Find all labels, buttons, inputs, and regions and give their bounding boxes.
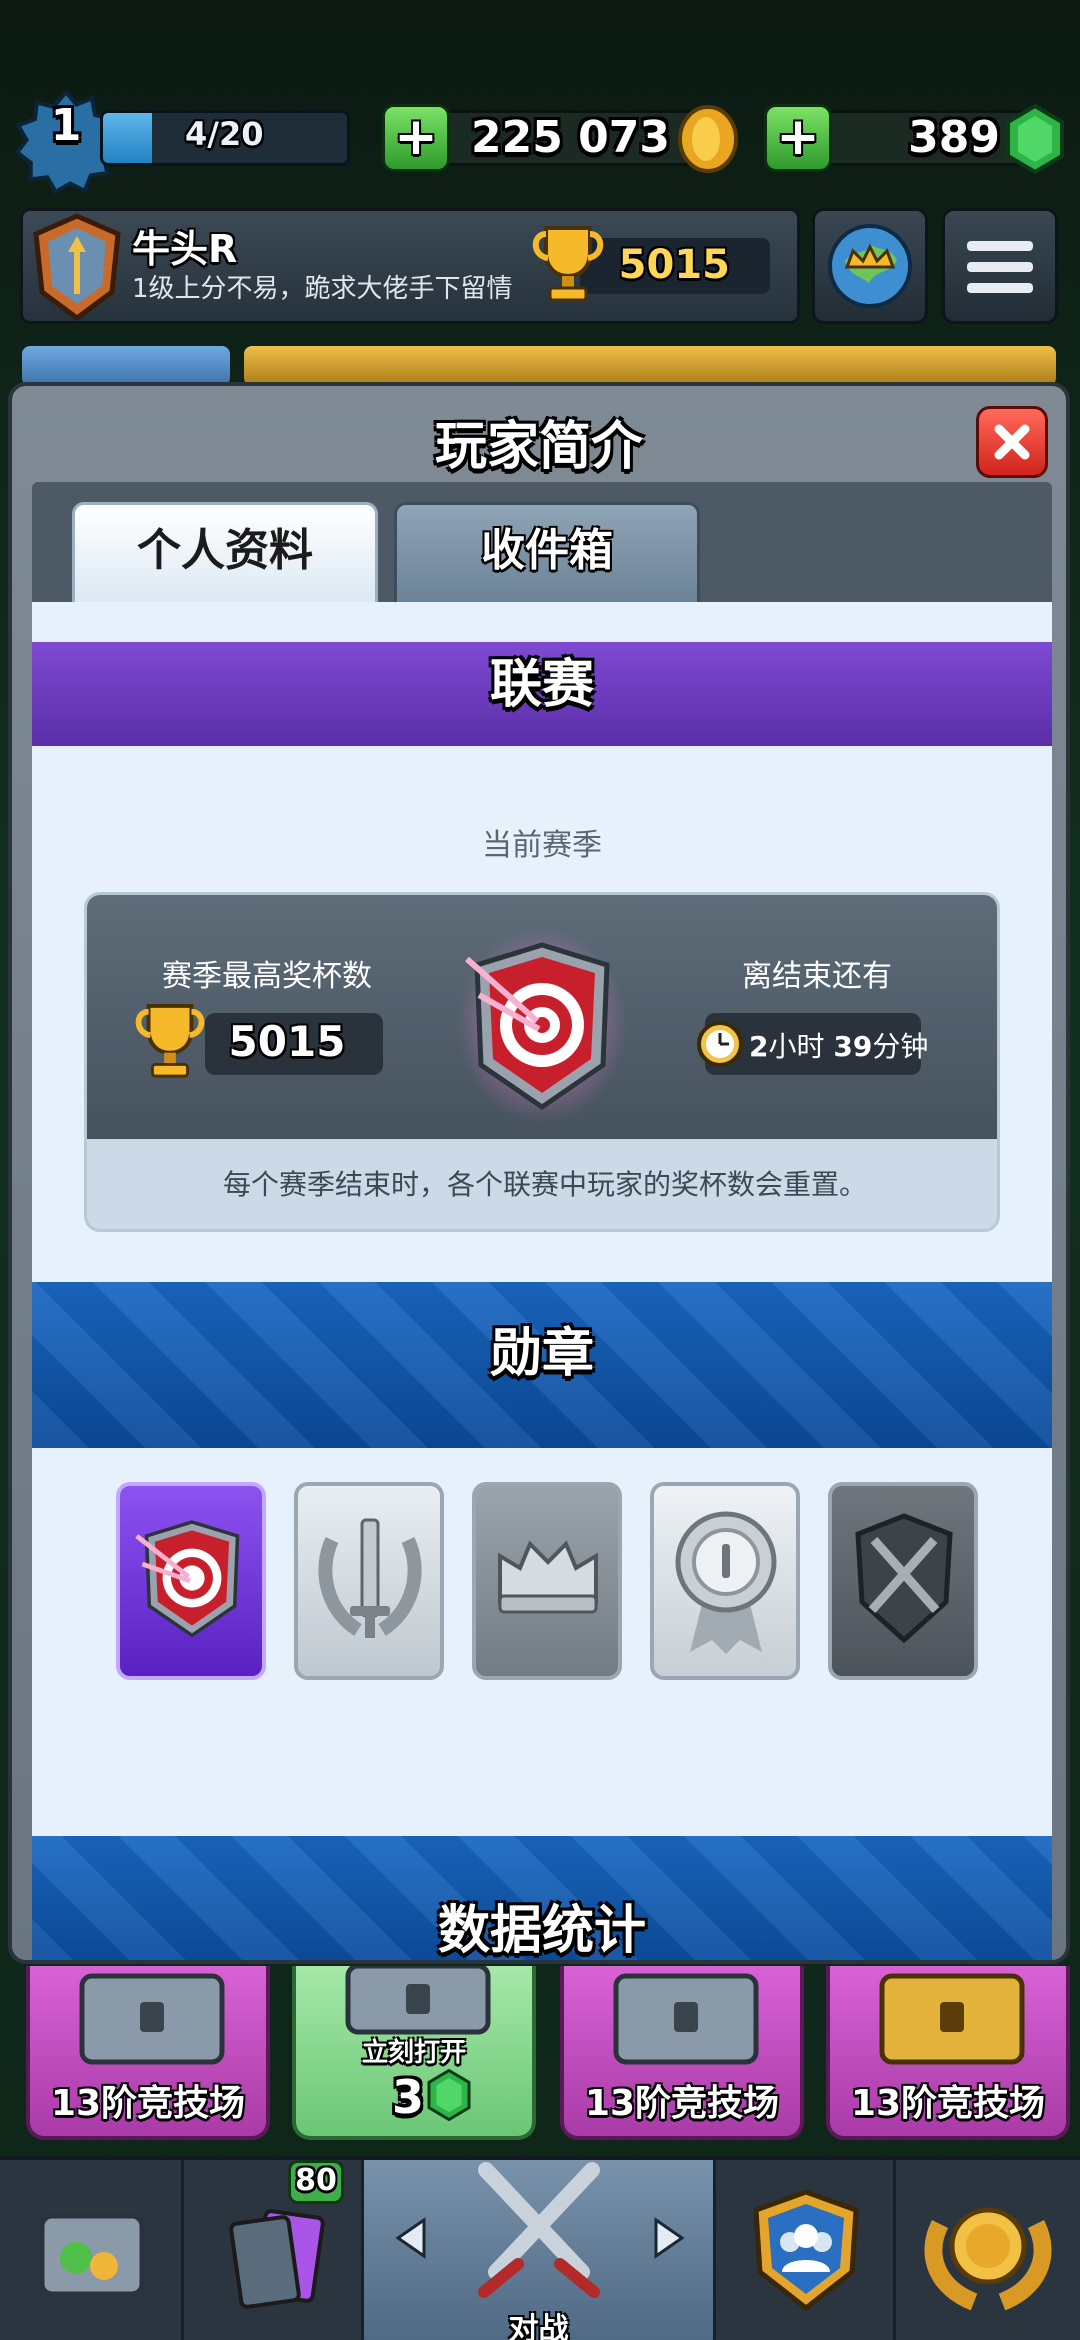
arrow-right-icon[interactable]: [652, 2216, 686, 2260]
season-best-value: 5015: [228, 1017, 346, 1066]
laurel-crown-icon: [924, 2207, 1052, 2311]
badge-crown[interactable]: [472, 1482, 622, 1680]
clan-shield-icon: [753, 2189, 859, 2312]
nav-social[interactable]: [716, 2160, 896, 2340]
chest-icon: [345, 1966, 491, 2035]
season-best-label: 赛季最高奖杯数: [162, 959, 372, 994]
chest-arena-label: 13阶竞技场: [50, 2083, 246, 2124]
modal-title: 玩家简介: [434, 417, 643, 477]
battle-label: 对战: [508, 2312, 569, 2340]
laurel-sword-icon: [318, 1518, 422, 1638]
badges-header: 勋章: [32, 1282, 1052, 1448]
ends-hours-unit: 小时: [768, 1030, 825, 1063]
player-name: 牛头R: [132, 227, 238, 271]
clan-badge-icon: [33, 213, 121, 322]
tab-inbox[interactable]: 收件箱: [394, 502, 700, 602]
medal-icon: [675, 1511, 777, 1654]
chest-slot-4[interactable]: 13阶竞技场: [826, 1966, 1070, 2140]
cards-count-badge: 80: [288, 2160, 344, 2204]
crossed-swords-icon: [478, 2162, 600, 2298]
player-motto: 1级上分不易，跪求大佬手下留情: [132, 274, 513, 304]
open-cost-value: 3: [392, 2070, 425, 2124]
nav-cards[interactable]: 80: [184, 2160, 364, 2340]
tab-profile[interactable]: 个人资料: [72, 502, 378, 602]
ends-hours: 2: [749, 1030, 769, 1063]
league-header: 联赛: [32, 642, 1052, 746]
badge-crossed-swords[interactable]: [828, 1482, 978, 1680]
modal-body: 个人资料 收件箱 联赛 当前赛季 赛季最高奖杯数 5015 离结束还有 2小时 …: [32, 482, 1052, 1960]
player-profile-modal: 玩家简介 个人资料 收件箱 联赛 当前赛季 赛季最高奖杯数 5015 离结束还有…: [8, 382, 1070, 1964]
hamburger-menu-icon: [967, 241, 1033, 293]
season-ends-label: 离结束还有: [742, 959, 892, 994]
trophy-icon: [135, 1003, 205, 1078]
nav-battle[interactable]: 对战: [364, 2160, 716, 2340]
close-icon: [994, 424, 1030, 460]
stats-header: 数据统计: [32, 1836, 1052, 1960]
xp-text: 4/20: [185, 115, 264, 153]
gem-icon: [1006, 104, 1064, 174]
open-now-label: 立刻打开: [361, 2038, 466, 2068]
gold-coin-icon: [678, 105, 738, 173]
arrow-left-icon[interactable]: [394, 2216, 428, 2260]
close-button[interactable]: [976, 406, 1048, 478]
chest-slot-2-unlockable[interactable]: 立刻打开 3: [292, 1966, 536, 2140]
chest-icon: [79, 1973, 225, 2065]
season-reset-note: 每个赛季结束时，各个联赛中玩家的奖杯数会重置。: [222, 1168, 867, 1201]
badge-medal[interactable]: [650, 1482, 800, 1680]
trophy-value: 5015: [618, 242, 730, 288]
chest-slot-1[interactable]: 13阶竞技场: [26, 1966, 270, 2140]
gem-icon: [427, 2068, 471, 2122]
chest-slot-3[interactable]: 13阶竞技场: [560, 1966, 804, 2140]
chest-arena-label: 13阶竞技场: [584, 2083, 780, 2124]
target-shield-icon: [135, 1520, 240, 1638]
gold-value: 225 073: [470, 112, 670, 163]
world-league-button[interactable]: [812, 208, 928, 324]
profile-scroll-area[interactable]: 联赛 当前赛季 赛季最高奖杯数 5015 离结束还有 2小时 39分钟 每个赛季…: [32, 602, 1052, 1960]
bottom-nav: 80 对战: [0, 2156, 1080, 2340]
shop-chest-icon: [39, 2213, 145, 2297]
badge-target-shield[interactable]: [116, 1482, 266, 1680]
crown-icon: [498, 1540, 598, 1614]
ends-minutes-unit: 分钟: [872, 1030, 929, 1063]
badge-laurel-sword[interactable]: [294, 1482, 444, 1680]
league-target-shield-icon: [457, 927, 627, 1123]
add-gems-button[interactable]: +: [764, 104, 832, 172]
current-season-label: 当前赛季: [482, 828, 602, 863]
chest-icon: [613, 1973, 759, 2065]
season-ends-value: 2小时 39分钟: [749, 1025, 928, 1065]
add-gold-button[interactable]: +: [382, 104, 450, 172]
golden-chest-icon: [879, 1973, 1025, 2065]
xp-fill: [103, 113, 152, 163]
nav-shop[interactable]: [0, 2160, 184, 2340]
cards-icon: [229, 2209, 325, 2309]
globe-crown-icon: [828, 224, 912, 308]
season-ends-pill: 2小时 39分钟: [697, 1013, 928, 1075]
menu-button[interactable]: [942, 208, 1058, 324]
gem-value: 389: [908, 112, 1000, 163]
pass-banner[interactable]: [22, 346, 230, 386]
crossed-swords-shield-icon: [855, 1513, 953, 1644]
clock-icon: [697, 1021, 743, 1067]
chest-arena-label: 13阶竞技场: [850, 2083, 1046, 2124]
ends-minutes: 39: [833, 1030, 873, 1063]
event-banner[interactable]: [244, 346, 1056, 386]
season-card: 赛季最高奖杯数 5015 离结束还有 2小时 39分钟 每个赛季结束时，各个联赛…: [84, 892, 1000, 1232]
nav-events[interactable]: [896, 2160, 1080, 2340]
